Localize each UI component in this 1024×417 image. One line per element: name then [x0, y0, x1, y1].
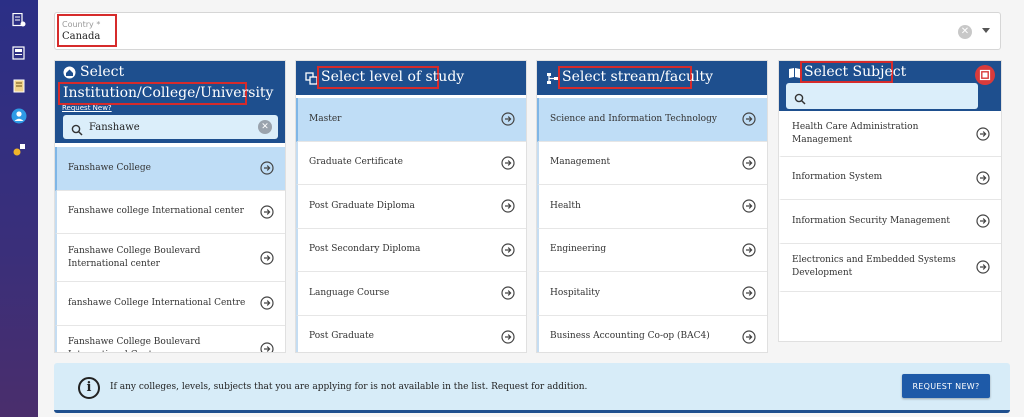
- arrow-right-icon: [742, 330, 756, 344]
- list-item[interactable]: Fanshawe College Boulevard International…: [55, 234, 285, 282]
- list-item[interactable]: Graduate Certificate: [296, 141, 526, 185]
- country-value: Canada: [62, 31, 101, 42]
- arrow-right-icon: [976, 214, 990, 228]
- arrow-right-icon: [260, 296, 274, 310]
- main-content: Country * Canada ✕ Select Institution/Co…: [38, 0, 1024, 417]
- list-item[interactable]: Hospitality: [537, 272, 767, 316]
- arrow-right-icon: [976, 171, 990, 185]
- banner-text: If any colleges, levels, subjects that y…: [110, 382, 588, 392]
- application-list-icon[interactable]: [11, 45, 27, 61]
- sidebar: [0, 0, 38, 417]
- subject-search[interactable]: [786, 83, 978, 109]
- level-panel: Select level of study Master Graduate Ce…: [295, 60, 527, 353]
- arrow-right-icon: [260, 342, 274, 352]
- arrow-right-icon: [742, 243, 756, 257]
- home-icon: [63, 66, 76, 79]
- list-item[interactable]: Health: [537, 185, 767, 229]
- arrow-right-icon: [976, 260, 990, 274]
- level-title: Select level of study: [321, 69, 465, 85]
- list-item[interactable]: Business Accounting Co-op (BAC4): [537, 315, 767, 352]
- arrow-right-icon: [501, 112, 515, 126]
- stream-header: Select stream/faculty: [537, 61, 767, 95]
- subject-header: Select Subject: [779, 61, 1001, 111]
- institution-panel: Select Institution/College/University Re…: [54, 60, 286, 353]
- arrow-right-icon: [260, 205, 274, 219]
- list-item[interactable]: Post Graduate Diploma: [296, 185, 526, 229]
- institution-search[interactable]: ✕: [63, 115, 278, 139]
- list-item[interactable]: Fanshawe College Boulevard International…: [55, 325, 285, 352]
- list-item[interactable]: Fanshawe college International center: [55, 190, 285, 234]
- list-item[interactable]: Information System: [779, 156, 1001, 200]
- institution-header: Select Institution/College/University Re…: [55, 61, 285, 143]
- arrow-right-icon: [501, 286, 515, 300]
- country-select[interactable]: Country * Canada ✕: [54, 12, 1001, 50]
- arrow-right-icon: [742, 112, 756, 126]
- clear-icon[interactable]: ✕: [958, 25, 972, 39]
- arrow-right-icon: [260, 250, 274, 265]
- institution-search-input[interactable]: [89, 119, 254, 135]
- list-item[interactable]: Master: [296, 98, 526, 142]
- subject-search-input[interactable]: [812, 87, 954, 103]
- list-item[interactable]: Post Graduate: [296, 315, 526, 352]
- list-item[interactable]: Fanshawe College: [55, 147, 285, 191]
- list-item[interactable]: fanshawe College International Centre: [55, 282, 285, 326]
- arrow-right-icon: [742, 286, 756, 300]
- level-header: Select level of study: [296, 61, 526, 95]
- list-item[interactable]: Engineering: [537, 228, 767, 272]
- grid-icon[interactable]: [975, 65, 995, 85]
- subject-list: Health Care Administration Management In…: [779, 113, 1001, 292]
- chevron-down-icon[interactable]: [982, 28, 990, 33]
- arrow-right-icon: [501, 330, 515, 344]
- country-label: Country *: [62, 20, 101, 29]
- arrow-right-icon: [976, 127, 990, 141]
- list-item[interactable]: Management: [537, 141, 767, 185]
- subject-panel: Select Subject Health Care Administratio…: [778, 60, 1002, 342]
- achievement-icon[interactable]: [11, 142, 27, 158]
- arrow-right-icon: [501, 243, 515, 257]
- stream-panel: Select stream/faculty Science and Inform…: [536, 60, 768, 353]
- list-item[interactable]: Electronics and Embedded Systems Develop…: [779, 243, 1001, 292]
- list-item[interactable]: Language Course: [296, 272, 526, 316]
- subject-title: Select Subject: [804, 64, 907, 80]
- arrow-right-icon: [501, 199, 515, 213]
- arrow-right-icon: [742, 156, 756, 170]
- arrow-right-icon: [501, 156, 515, 170]
- arrow-right-icon: [742, 199, 756, 213]
- stream-title: Select stream/faculty: [562, 69, 714, 85]
- request-new-link[interactable]: Request New?: [62, 104, 112, 112]
- institution-list: Fanshawe College Fanshawe college Intern…: [55, 147, 285, 352]
- list-item[interactable]: Post Secondary Diploma: [296, 228, 526, 272]
- list-item[interactable]: Information Security Management: [779, 200, 1001, 244]
- search-icon: [71, 121, 83, 136]
- list-item[interactable]: Science and Information Technology: [537, 98, 767, 142]
- info-banner: i If any colleges, levels, subjects that…: [54, 363, 1010, 413]
- institution-title-line2: Institution/College/University: [63, 85, 274, 101]
- notebook-icon[interactable]: [11, 78, 27, 94]
- user-profile-icon[interactable]: [11, 108, 27, 124]
- info-icon: i: [78, 377, 100, 399]
- document-add-icon[interactable]: [11, 12, 27, 28]
- request-new-button[interactable]: REQUEST NEW?: [902, 374, 990, 398]
- institution-title-line1: Select: [80, 64, 125, 80]
- search-icon: [794, 90, 806, 105]
- arrow-right-icon: [260, 161, 274, 175]
- level-list: Master Graduate Certificate Post Graduat…: [296, 98, 526, 352]
- stream-list: Science and Information Technology Manag…: [537, 98, 767, 352]
- list-item[interactable]: Health Care Administration Management: [779, 113, 1001, 157]
- search-clear-icon[interactable]: ✕: [258, 120, 272, 134]
